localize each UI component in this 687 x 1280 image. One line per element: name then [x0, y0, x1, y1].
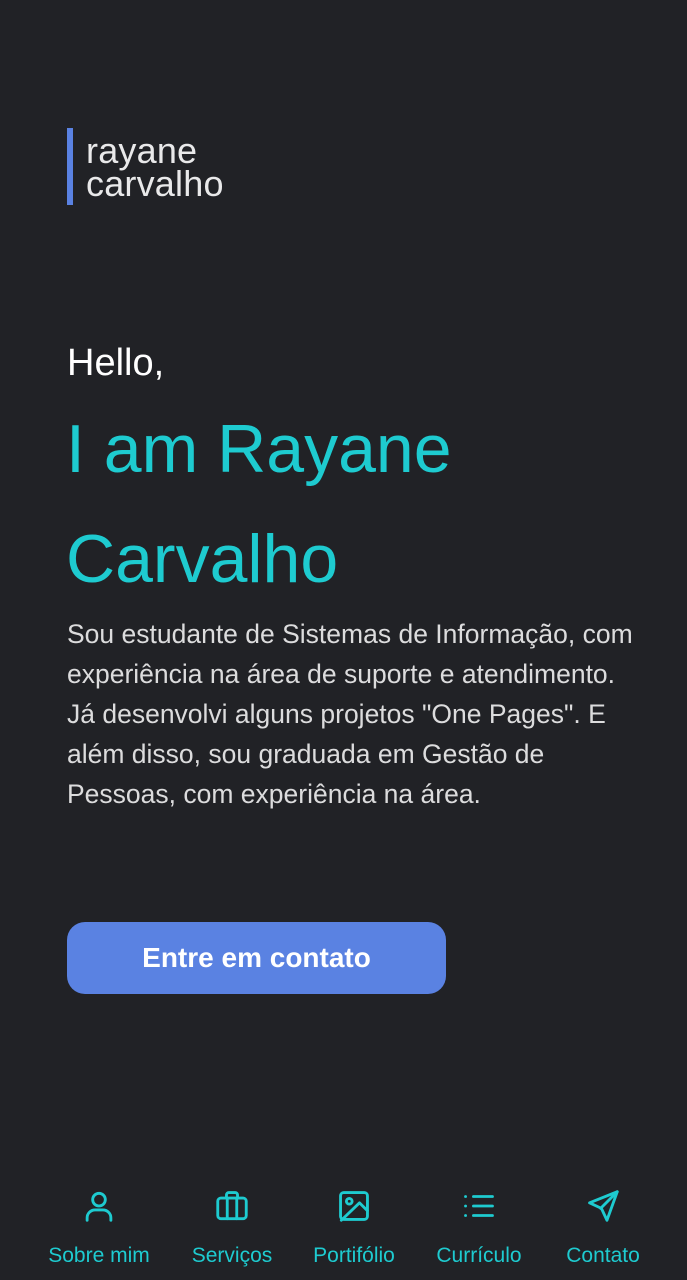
- hero-bio: Sou estudante de Sistemas de Informação,…: [67, 619, 633, 809]
- hero-headline-line-2: Carvalho: [66, 521, 339, 597]
- nav-item-sobre-mim[interactable]: Sobre mim: [43, 1178, 155, 1280]
- contact-button[interactable]: Entre em contato: [67, 922, 446, 994]
- nav-label: Sobre mim: [48, 1244, 150, 1267]
- send-icon: [583, 1186, 623, 1226]
- hero-headline: I am Rayane Carvalho: [66, 394, 666, 614]
- site-logo[interactable]: rayane carvalho: [67, 128, 224, 205]
- nav-item-portifolio[interactable]: Portifólio: [307, 1178, 401, 1280]
- logo-line-1: rayane: [86, 129, 198, 171]
- nav-label: Portifólio: [313, 1244, 395, 1267]
- hero-headline-line-1: I am Rayane: [66, 411, 452, 487]
- logo-accent-bar: [67, 128, 73, 205]
- nav-item-curriculo[interactable]: Currículo: [431, 1178, 527, 1280]
- logo-line-2: carvalho: [86, 162, 224, 204]
- hero-greeting: Hello,: [67, 342, 165, 384]
- nav-item-servicos[interactable]: Serviços: [188, 1178, 276, 1280]
- nav-item-contato[interactable]: Contato: [558, 1178, 648, 1280]
- nav-label: Currículo: [436, 1244, 522, 1267]
- briefcase-icon: [212, 1186, 252, 1226]
- nav-label: Contato: [566, 1244, 640, 1267]
- list-icon: [459, 1186, 499, 1226]
- nav-label: Serviços: [191, 1244, 273, 1267]
- bottom-navigation: Sobre mim Serviços Portifólio Currículo …: [0, 1178, 687, 1280]
- user-icon: [79, 1186, 119, 1226]
- image-icon: [334, 1186, 374, 1226]
- logo-text: rayane carvalho: [86, 128, 224, 205]
